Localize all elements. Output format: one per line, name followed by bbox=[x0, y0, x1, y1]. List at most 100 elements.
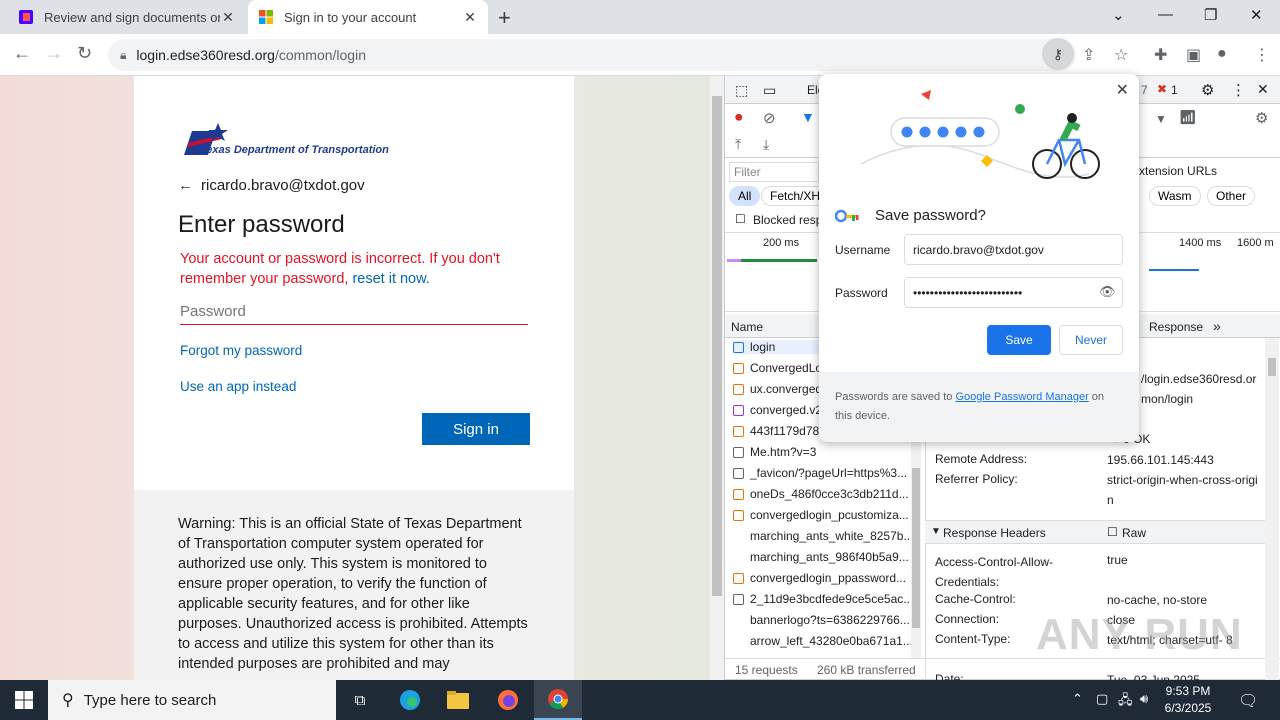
tab-search-icon[interactable]: ⌄ bbox=[1112, 6, 1125, 24]
minimize-icon[interactable]: — bbox=[1158, 6, 1173, 23]
import-icon[interactable]: ⤒ bbox=[735, 136, 741, 153]
side-panel-icon[interactable]: ▣ bbox=[1186, 45, 1201, 65]
filter-chip-other[interactable]: Other bbox=[1207, 186, 1256, 206]
forgot-password-link[interactable]: Forgot my password bbox=[180, 343, 302, 358]
profile-avatar-icon[interactable]: ● bbox=[1217, 45, 1227, 63]
save-button[interactable]: Save bbox=[987, 325, 1051, 355]
password-label: Password bbox=[835, 286, 888, 300]
raw-checkbox[interactable]: ☐ bbox=[1107, 525, 1118, 539]
network-settings-icon[interactable]: ⚙ bbox=[1255, 109, 1268, 127]
request-row[interactable]: Me.htm?v=3 bbox=[733, 445, 911, 459]
header-key: Content-Type: bbox=[935, 632, 1011, 646]
extensions-icon[interactable]: ✚ bbox=[1154, 45, 1167, 65]
tray-app-icon[interactable]: ▢ bbox=[1096, 691, 1108, 707]
maximize-icon[interactable]: ❐ bbox=[1204, 6, 1217, 24]
settings-gear-icon[interactable]: ⚙ bbox=[1201, 81, 1214, 99]
back-arrow-icon[interactable]: ← bbox=[178, 177, 193, 194]
system-clock[interactable]: 9:53 PM 6/3/2025 bbox=[1158, 683, 1218, 717]
tray-chevron-icon[interactable]: ⌃ bbox=[1072, 691, 1083, 707]
menu-kebab-icon[interactable]: ⋮ bbox=[1254, 45, 1270, 65]
never-button[interactable]: Never bbox=[1059, 325, 1123, 355]
filter-chip-all[interactable]: All bbox=[729, 186, 761, 206]
timeline-bar bbox=[727, 259, 741, 262]
image-icon bbox=[733, 615, 744, 626]
username-field[interactable]: ricardo.bravo@txdot.gov bbox=[904, 234, 1123, 265]
filter-chip-wasm[interactable]: Wasm bbox=[1149, 186, 1201, 206]
volume-icon[interactable]: 🔊︎ bbox=[1140, 691, 1148, 707]
password-key-icon[interactable]: ⚷ bbox=[1042, 38, 1074, 70]
timeline-tick: 1400 ms bbox=[1179, 237, 1222, 249]
devtools-menu-icon[interactable]: ⋮ bbox=[1231, 81, 1246, 99]
device-toggle-icon[interactable]: ▭ bbox=[763, 82, 776, 99]
devtools-close-icon[interactable]: ✕ bbox=[1257, 81, 1269, 98]
errors-count[interactable]: 1 bbox=[1171, 83, 1178, 97]
task-view-button[interactable]: ⧉ bbox=[336, 680, 384, 720]
blocked-checkbox[interactable]: ☐ bbox=[735, 212, 746, 226]
filter-input[interactable]: Filter bbox=[729, 162, 819, 182]
notifications-icon[interactable]: 🗨︎ bbox=[1238, 691, 1258, 711]
show-password-eye-icon[interactable]: 👁︎ bbox=[1099, 284, 1116, 300]
name-column-header[interactable]: Name bbox=[731, 320, 763, 334]
request-name: convergedlogin_pcustomiza... bbox=[750, 508, 909, 522]
file-explorer-app[interactable] bbox=[434, 680, 482, 720]
edge-app[interactable] bbox=[386, 680, 434, 720]
tab-signin[interactable]: Sign in to your account ✕ bbox=[248, 0, 488, 34]
search-placeholder: Type here to search bbox=[83, 691, 217, 709]
dialog-close-icon[interactable]: ✕ bbox=[1116, 80, 1129, 100]
response-headers-section[interactable]: ▼ Response Headers ☐ Raw bbox=[925, 520, 1265, 544]
request-row[interactable]: arrow_left_43280e0ba671a1... bbox=[733, 634, 911, 648]
request-row[interactable]: convergedlogin_pcustomiza... bbox=[733, 508, 911, 522]
close-tab-icon[interactable]: ✕ bbox=[462, 9, 478, 26]
share-icon[interactable]: ⇪ bbox=[1082, 45, 1095, 65]
close-tab-icon[interactable]: ✕ bbox=[220, 9, 236, 26]
image-icon bbox=[733, 531, 744, 542]
wifi-icon[interactable]: 📶︎ bbox=[1179, 109, 1197, 126]
password-field[interactable]: •••••••••••••••••••••••••• bbox=[904, 277, 1123, 308]
scrollbar-thumb[interactable] bbox=[712, 96, 722, 596]
password-field[interactable] bbox=[180, 298, 528, 325]
request-row[interactable]: 2_11d9e3bcdfede9ce5ce5ac... bbox=[733, 592, 911, 606]
new-tab-icon[interactable]: + bbox=[498, 5, 511, 31]
tab-docusign[interactable]: Review and sign documents on D ✕ bbox=[8, 0, 246, 34]
export-icon[interactable]: ⤓ bbox=[763, 136, 769, 153]
record-icon[interactable]: ⏺ bbox=[735, 109, 743, 126]
request-name: marching_ants_986f40b5a9... bbox=[750, 550, 909, 564]
forward-icon[interactable]: → bbox=[45, 43, 63, 64]
firefox-app[interactable] bbox=[484, 680, 532, 720]
reload-icon[interactable]: ↻ bbox=[77, 43, 92, 64]
filter-icon[interactable]: ▼ bbox=[801, 109, 815, 125]
browser-toolbar: ← → ↻ 🔒︎ login.edse360resd.org/common/lo… bbox=[0, 34, 1280, 76]
sign-in-button[interactable]: Sign in bbox=[422, 413, 530, 445]
scrollbar-thumb[interactable] bbox=[1268, 358, 1276, 376]
address-bar[interactable]: 🔒︎ login.edse360resd.org/common/login bbox=[108, 39, 1076, 71]
chrome-app[interactable] bbox=[534, 680, 582, 720]
collapse-triangle-icon[interactable]: ▼ bbox=[931, 526, 941, 537]
scrollbar-thumb[interactable] bbox=[912, 468, 920, 628]
password-manager-link[interactable]: Google Password Manager bbox=[955, 391, 1088, 403]
page-scrollbar[interactable] bbox=[710, 76, 724, 680]
network-icon[interactable]: 🖧︎ bbox=[1118, 691, 1133, 713]
inspect-icon[interactable]: ⬚ bbox=[735, 82, 748, 99]
response-tab[interactable]: Response bbox=[1149, 320, 1203, 334]
more-tabs-icon[interactable]: » bbox=[1213, 318, 1221, 334]
request-row[interactable]: bannerlogo?ts=6386229766... bbox=[733, 613, 911, 627]
start-button[interactable] bbox=[0, 680, 48, 720]
taskbar-search[interactable]: ⚲ Type here to search bbox=[48, 680, 336, 720]
use-app-link[interactable]: Use an app instead bbox=[180, 379, 296, 394]
request-row[interactable]: marching_ants_986f40b5a9... bbox=[733, 550, 911, 564]
throttle-dropdown-icon[interactable]: ▼ bbox=[1155, 112, 1167, 126]
bookmark-star-icon[interactable]: ☆ bbox=[1114, 45, 1128, 65]
request-row[interactable]: oneDs_486f0cce3c3db211d... bbox=[733, 487, 911, 501]
request-row[interactable]: marching_ants_white_8257b... bbox=[733, 529, 911, 543]
clear-icon[interactable]: ⊘ bbox=[763, 109, 776, 127]
error-text: Your account or password is incorrect. I… bbox=[180, 251, 500, 287]
account-row[interactable]: ← ricardo.bravo@txdot.gov bbox=[178, 177, 365, 194]
url-host: login.edse360resd.org bbox=[136, 47, 275, 63]
close-window-icon[interactable]: ✕ bbox=[1250, 6, 1263, 24]
headers-scrollbar[interactable] bbox=[1265, 338, 1279, 680]
back-icon[interactable]: ← bbox=[13, 43, 31, 64]
request-row[interactable]: convergedlogin_ppassword... bbox=[733, 571, 911, 585]
reset-password-link[interactable]: reset it now. bbox=[352, 271, 429, 287]
issues-count[interactable]: 7 bbox=[1141, 83, 1148, 97]
request-row[interactable]: _favicon/?pageUrl=https%3... bbox=[733, 466, 911, 480]
